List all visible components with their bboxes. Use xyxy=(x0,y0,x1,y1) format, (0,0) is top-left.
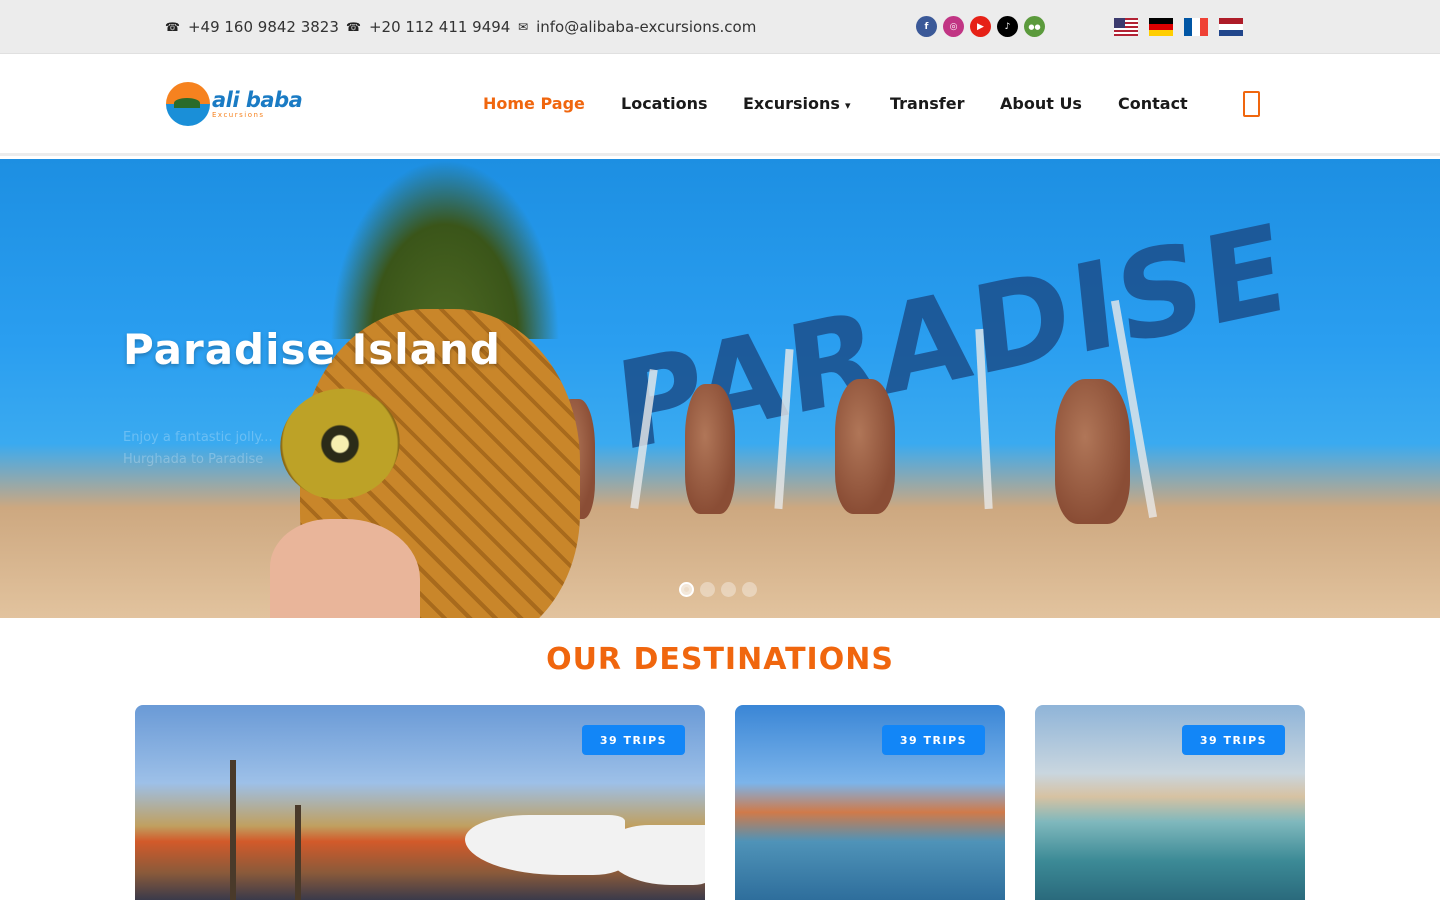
flag-france-icon[interactable] xyxy=(1184,18,1208,36)
nav-contact[interactable]: Contact xyxy=(1118,54,1188,153)
hero-description: Enjoy a fantastic jolly... Hurghada to P… xyxy=(123,430,273,467)
site-header: ali baba Excursions Home Page Locations … xyxy=(0,54,1440,156)
flag-netherlands-icon[interactable] xyxy=(1219,18,1243,36)
slider-dot[interactable] xyxy=(742,582,757,597)
nav-locations[interactable]: Locations xyxy=(621,54,708,153)
phone-link-germany[interactable]: ☎ +49 160 9842 3823 xyxy=(165,0,339,54)
flag-us-icon[interactable] xyxy=(1114,18,1138,36)
logo-text: ali baba xyxy=(212,87,303,112)
search-icon[interactable] xyxy=(1243,91,1260,117)
phone-link-egypt[interactable]: ☎ +20 112 411 9494 xyxy=(346,0,510,54)
trips-count-badge: 39 TRIPS xyxy=(1182,725,1285,755)
slider-pagination xyxy=(679,582,757,597)
logo-emblem-icon xyxy=(166,82,210,126)
instagram-icon[interactable]: ◎ xyxy=(943,16,964,37)
phone-number: +49 160 9842 3823 xyxy=(187,18,339,36)
nav-about-us[interactable]: About Us xyxy=(1000,54,1082,153)
site-logo[interactable]: ali baba Excursions xyxy=(166,82,303,126)
tripadvisor-icon[interactable]: ●● xyxy=(1024,16,1045,37)
slider-dot[interactable] xyxy=(721,582,736,597)
slider-dot[interactable] xyxy=(679,582,694,597)
nav-home[interactable]: Home Page xyxy=(483,54,585,153)
flag-germany-icon[interactable] xyxy=(1149,18,1173,36)
social-links: f ◎ ▶ ♪ ●● xyxy=(916,16,1045,37)
trips-count-badge: 39 TRIPS xyxy=(882,725,985,755)
section-title: OUR DESTINATIONS xyxy=(546,642,894,677)
mail-icon: ✉ xyxy=(518,20,529,34)
tiktok-icon[interactable]: ♪ xyxy=(997,16,1018,37)
facebook-icon[interactable]: f xyxy=(916,16,937,37)
slider-dot[interactable] xyxy=(700,582,715,597)
top-bar: ☎ +49 160 9842 3823 ☎ +20 112 411 9494 ✉… xyxy=(0,0,1440,54)
phone-icon: ☎ xyxy=(165,20,180,34)
nav-excursions[interactable]: Excursions ▾ xyxy=(743,54,850,153)
chevron-down-icon: ▾ xyxy=(844,99,851,112)
trips-count-badge: 39 TRIPS xyxy=(582,725,685,755)
phone-number: +20 112 411 9494 xyxy=(368,18,511,36)
phone-icon: ☎ xyxy=(346,20,361,34)
nav-excursions-label: Excursions xyxy=(743,94,840,113)
hero-slider: PARADISE Paradise Island Enjoy a fantast… xyxy=(0,159,1440,618)
pineapple-image xyxy=(270,159,600,618)
email-link[interactable]: ✉ info@alibaba-excursions.com xyxy=(518,0,756,54)
youtube-icon[interactable]: ▶ xyxy=(970,16,991,37)
destination-card[interactable]: 39 TRIPS xyxy=(1035,705,1305,900)
logo-subtext: Excursions xyxy=(212,110,265,119)
language-switcher xyxy=(1114,18,1243,36)
destination-card[interactable]: 39 TRIPS xyxy=(135,705,705,900)
hero-title: Paradise Island xyxy=(123,325,501,374)
email-address: info@alibaba-excursions.com xyxy=(536,18,757,36)
destination-card[interactable]: 39 TRIPS xyxy=(735,705,1005,900)
nav-transfer[interactable]: Transfer xyxy=(890,54,964,153)
